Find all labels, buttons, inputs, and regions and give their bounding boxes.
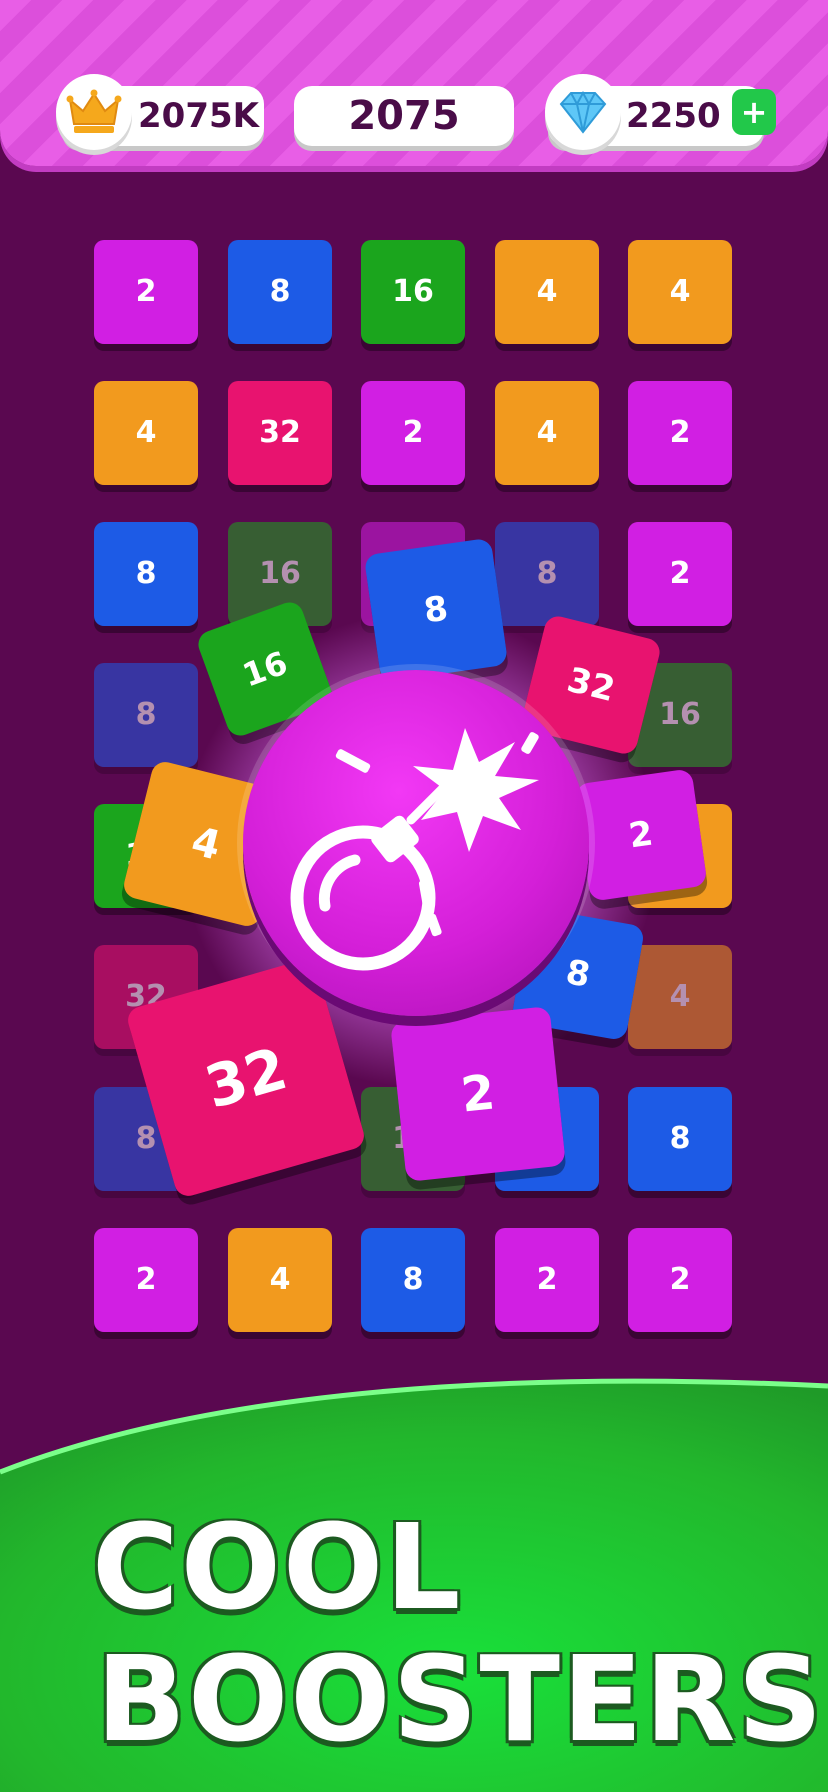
board-tile[interactable]: 4 — [495, 381, 599, 485]
board-tile[interactable]: 4 — [495, 240, 599, 344]
board-tile[interactable]: 2 — [94, 240, 198, 344]
game-screen: 2075K 2075 2250 + 2816444322428162828161… — [0, 0, 828, 1792]
board-tile[interactable]: 8 — [495, 522, 599, 626]
board-tile[interactable]: 2 — [628, 381, 732, 485]
board-tile[interactable]: 8 — [628, 1087, 732, 1191]
flying-tile: 2 — [390, 1006, 566, 1182]
board-tile[interactable]: 16 — [361, 240, 465, 344]
flying-tile: 8 — [363, 537, 509, 683]
board-tile[interactable]: 2 — [361, 381, 465, 485]
board-tile[interactable]: 8 — [94, 522, 198, 626]
board-tile[interactable]: 4 — [94, 381, 198, 485]
bomb-booster-button[interactable] — [243, 670, 589, 1016]
board-tile[interactable]: 2 — [628, 522, 732, 626]
board-tile[interactable]: 2 — [495, 1228, 599, 1332]
headline-line-1: COOL — [92, 1498, 463, 1636]
board-tile[interactable]: 32 — [228, 381, 332, 485]
board-tile[interactable]: 4 — [228, 1228, 332, 1332]
board-tile[interactable]: 4 — [628, 945, 732, 1049]
bomb-icon — [290, 728, 539, 971]
board-tile[interactable]: 8 — [228, 240, 332, 344]
board-tile[interactable]: 2 — [94, 1228, 198, 1332]
board-tile[interactable]: 8 — [94, 663, 198, 767]
board-tile[interactable]: 8 — [361, 1228, 465, 1332]
flying-tile: 2 — [574, 768, 708, 902]
headline-line-2: BOOSTERS — [96, 1630, 825, 1768]
board-tile[interactable]: 2 — [628, 1228, 732, 1332]
board-tile[interactable]: 4 — [628, 240, 732, 344]
